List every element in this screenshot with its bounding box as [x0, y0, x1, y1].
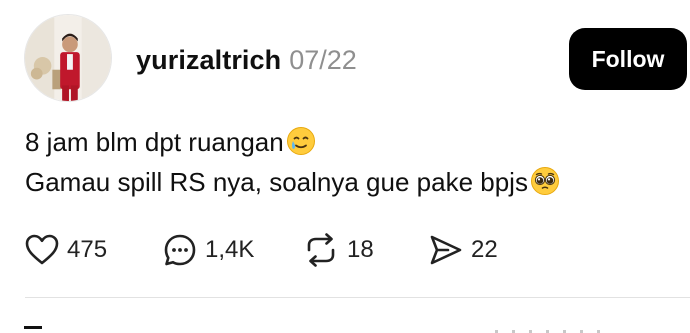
- username[interactable]: yurizaltrich: [136, 45, 281, 76]
- follow-button[interactable]: Follow: [569, 28, 687, 90]
- post-divider: [25, 297, 690, 298]
- pleading-face-icon: [530, 166, 560, 196]
- comment-button[interactable]: 1,4K: [163, 233, 303, 267]
- comment-count: 1,4K: [205, 236, 255, 263]
- post-text-line-2: Gamau spill RS nya, soalnya gue pake bpj…: [25, 162, 665, 202]
- next-post-edge-faded: [495, 325, 635, 333]
- next-post-edge: [24, 326, 42, 329]
- action-bar: 475 1,4K 18 22: [25, 228, 498, 272]
- send-icon: [429, 234, 463, 266]
- share-count: 22: [471, 236, 498, 263]
- post-header: yurizaltrich 07/22: [136, 38, 357, 82]
- post-content: 8 jam blm dpt ruangan Gamau spill RS nya…: [25, 122, 665, 202]
- share-button[interactable]: 22: [429, 234, 498, 266]
- comment-icon: [163, 233, 197, 267]
- avatar[interactable]: [24, 14, 112, 102]
- repost-icon: [303, 233, 339, 267]
- repost-count: 18: [347, 236, 374, 263]
- avatar-photo: [25, 15, 111, 101]
- like-count: 475: [67, 236, 108, 263]
- post-text-1: 8 jam blm dpt ruangan: [25, 127, 284, 157]
- threads-post: yurizaltrich 07/22 Follow 8 jam blm dpt …: [0, 0, 690, 333]
- smiling-face-with-tear-icon: [286, 126, 316, 156]
- post-text-2: Gamau spill RS nya, soalnya gue pake bpj…: [25, 167, 528, 197]
- heart-icon: [25, 234, 59, 266]
- repost-button[interactable]: 18: [303, 233, 429, 267]
- post-text-line-1: 8 jam blm dpt ruangan: [25, 122, 665, 162]
- post-date: 07/22: [289, 44, 357, 75]
- like-button[interactable]: 475: [25, 234, 163, 266]
